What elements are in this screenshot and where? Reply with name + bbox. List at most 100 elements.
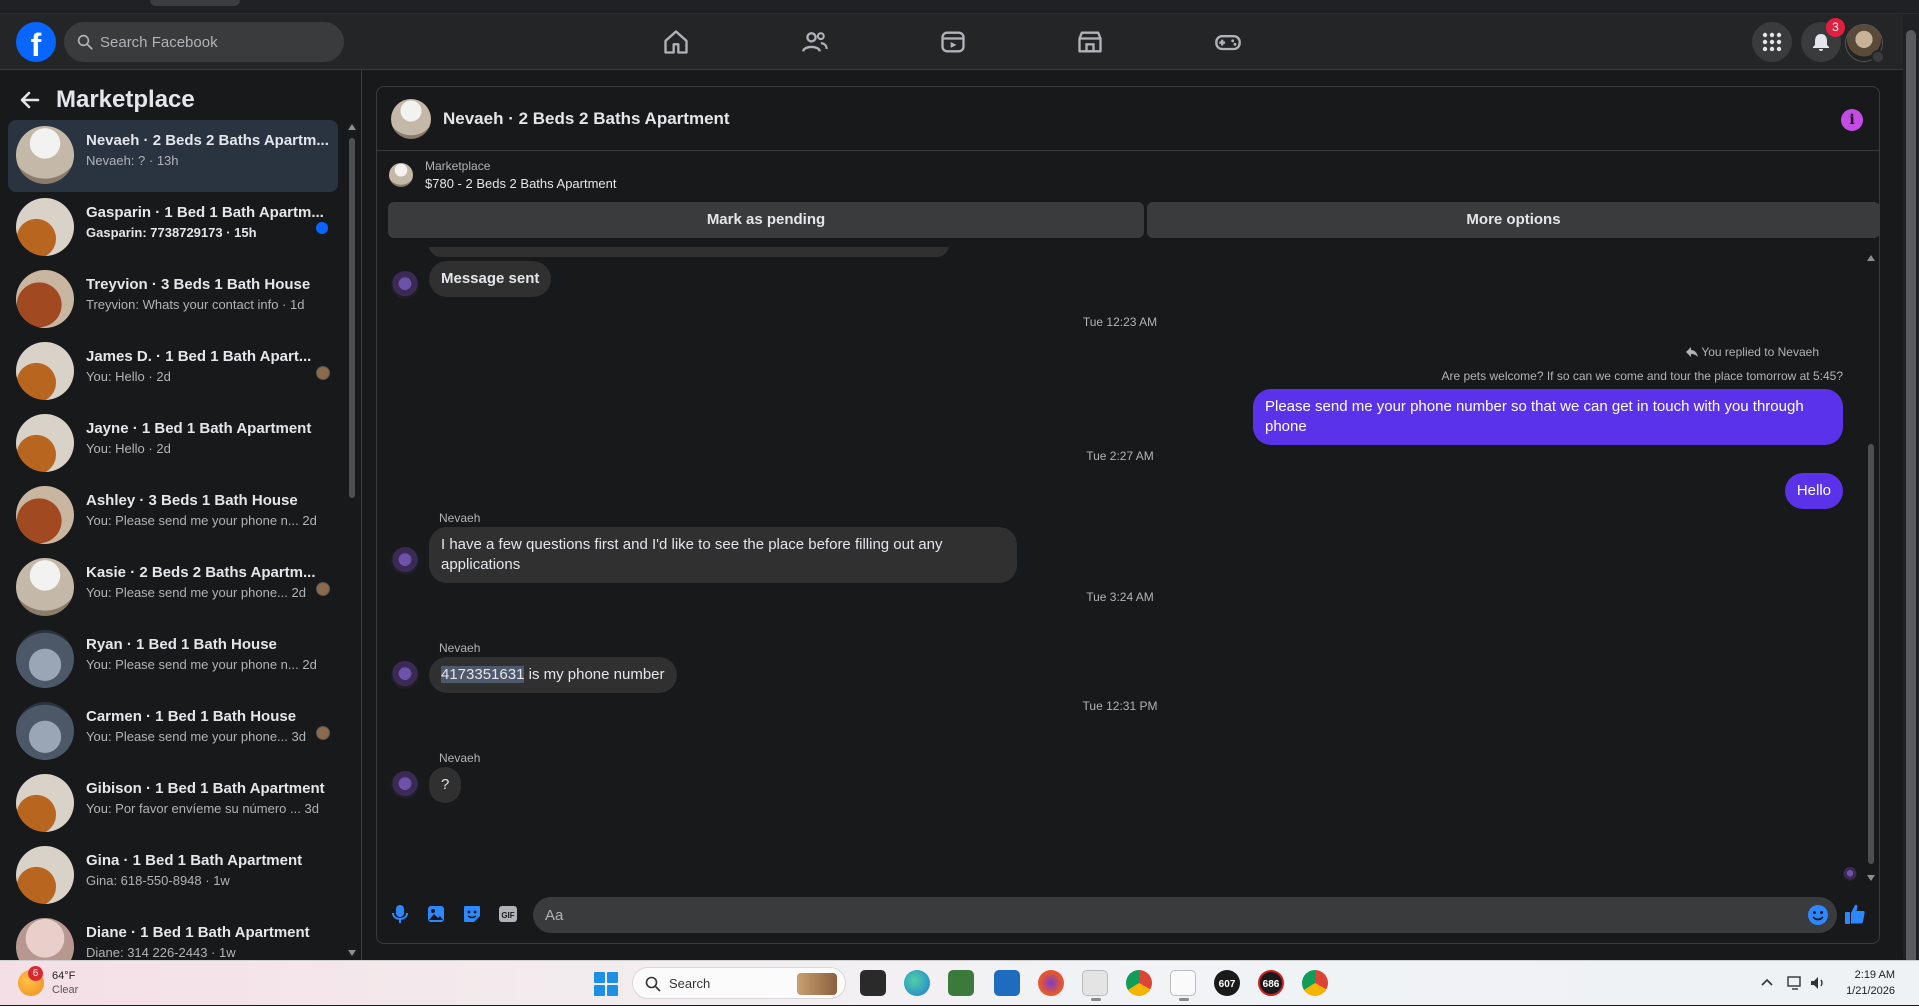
message-bubble: I have a few questions first and I'd lik…	[429, 527, 1017, 583]
message-scrollbar-thumb[interactable]	[1868, 444, 1874, 864]
conversation-preview: Diane: 314 226-2443 · 1w	[86, 945, 236, 960]
conversation-item[interactable]: Gasparin · 1 Bed 1 Bath Apartm... Gaspari…	[8, 192, 338, 264]
listing-info[interactable]: Marketplace $780 - 2 Beds 2 Baths Apartm…	[389, 159, 617, 191]
conversation-item[interactable]: Treyvion · 3 Beds 1 Bath House Treyvion: …	[8, 264, 338, 336]
sender-avatar[interactable]	[391, 661, 419, 689]
taskbar-search[interactable]: Search	[632, 967, 846, 999]
home-icon[interactable]	[662, 28, 690, 56]
chrome-icon[interactable]	[1126, 970, 1152, 996]
scroll-up-arrow-icon[interactable]	[348, 124, 356, 130]
scroll-down-arrow-icon[interactable]	[1867, 875, 1875, 881]
sender-avatar[interactable]	[391, 547, 419, 575]
quoted-message[interactable]: Are pets welcome? If so can we come and …	[1441, 369, 1843, 383]
system-clock[interactable]: 2:19 AM 1/21/2026	[1846, 967, 1895, 999]
chat-title[interactable]: Nevaeh · 2 Beds 2 Baths Apartment	[443, 109, 730, 129]
conversation-item[interactable]: Carmen · 1 Bed 1 Bath House You: Please s…	[8, 696, 338, 768]
notifications-button[interactable]: 3	[1801, 18, 1845, 62]
chevron-down-icon[interactable]	[1871, 50, 1885, 64]
message-input-box[interactable]	[533, 897, 1837, 933]
message-text: is my phone number	[524, 666, 665, 683]
browser-tab-strip	[0, 0, 1919, 14]
conversation-title: Diane · 1 Bed 1 Bath Apartment	[86, 924, 310, 941]
file-explorer-icon[interactable]	[948, 970, 974, 996]
message-input[interactable]	[545, 897, 1785, 933]
phone-number-highlight[interactable]: 4173351631	[441, 666, 525, 683]
conversation-title: Kasie · 2 Beds 2 Baths Apartm...	[86, 564, 316, 581]
sender-name: Nevaeh	[439, 641, 481, 655]
listing-thumbnail	[16, 774, 74, 832]
search-facebook-box[interactable]	[64, 22, 344, 62]
mark-as-pending-button[interactable]: Mark as pending	[388, 202, 1144, 238]
app-badge-icon[interactable]: 607	[1214, 970, 1240, 996]
friends-icon[interactable]	[801, 28, 829, 56]
search-highlight-image	[797, 973, 837, 995]
conversation-item[interactable]: Ryan · 1 Bed 1 Bath House You: Please sen…	[8, 624, 338, 696]
conversation-title: Gina · 1 Bed 1 Bath Apartment	[86, 852, 303, 869]
scroll-down-arrow-icon[interactable]	[348, 950, 356, 956]
chevron-up-icon[interactable]	[1759, 975, 1775, 991]
conversation-item[interactable]: Gibison · 1 Bed 1 Bath Apartment You: Por…	[8, 768, 338, 840]
conversation-item[interactable]: Ashley · 3 Beds 1 Bath House You: Please …	[8, 480, 338, 552]
profile-avatar[interactable]	[1845, 24, 1885, 64]
seen-receipt-avatar	[316, 726, 330, 740]
conversation-item[interactable]: Nevaeh · 2 Beds 2 Baths Apartm... Nevaeh:…	[8, 120, 338, 192]
back-arrow-icon[interactable]	[18, 88, 42, 112]
listing-thumbnail	[389, 163, 413, 187]
start-button[interactable]	[594, 972, 618, 996]
photo-icon[interactable]	[425, 903, 447, 925]
conversation-item[interactable]: Gina · 1 Bed 1 Bath Apartment Gina: 618-5…	[8, 840, 338, 912]
browser-tab[interactable]	[150, 0, 240, 6]
sidebar-scrollbar[interactable]	[346, 120, 358, 960]
conversation-list: Nevaeh · 2 Beds 2 Baths Apartm... Nevaeh:…	[8, 120, 338, 960]
info-icon[interactable]: i	[1841, 109, 1863, 131]
sender-avatar[interactable]	[391, 271, 419, 299]
seen-receipt-avatar	[316, 366, 330, 380]
chat-panel: Nevaeh · 2 Beds 2 Baths Apartment i Mark…	[376, 86, 1880, 944]
menu-grid-button[interactable]	[1752, 22, 1792, 62]
sidebar-scrollbar-thumb[interactable]	[349, 138, 355, 498]
emoji-icon[interactable]	[1807, 904, 1829, 926]
facebook-logo[interactable]: f	[16, 22, 56, 62]
chat-avatar[interactable]	[391, 98, 431, 139]
volume-icon[interactable]	[1809, 975, 1827, 991]
page-scrollbar-thumb[interactable]	[1906, 30, 1916, 970]
conversation-item[interactable]: Jayne · 1 Bed 1 Bath Apartment You: Hello…	[8, 408, 338, 480]
conversation-item[interactable]: James D. · 1 Bed 1 Bath Apart... You: Hel…	[8, 336, 338, 408]
firefox-icon[interactable]	[1038, 970, 1064, 996]
app-icon[interactable]	[994, 970, 1020, 996]
message-bubble: 4173351631 is my phone number	[429, 657, 677, 693]
conversation-item[interactable]: Diane · 1 Bed 1 Bath Apartment Diane: 314…	[8, 912, 338, 960]
app-badge-icon[interactable]: 686	[1258, 970, 1284, 996]
listing-thumbnail	[16, 558, 74, 616]
thumbs-up-icon[interactable]	[1843, 902, 1867, 926]
video-icon[interactable]	[939, 28, 967, 56]
conversation-item[interactable]: Kasie · 2 Beds 2 Baths Apartm... You: Ple…	[8, 552, 338, 624]
conversation-preview: You: Please send me your phone... 3d	[86, 729, 306, 744]
sticker-icon[interactable]	[461, 903, 483, 925]
message-thread: Message sent Tue 12:23 AM You replied to…	[377, 247, 1863, 883]
page-scrollbar[interactable]	[1903, 14, 1919, 970]
chat-header: Nevaeh · 2 Beds 2 Baths Apartment i	[377, 87, 1879, 151]
gaming-icon[interactable]	[1214, 28, 1242, 56]
listing-thumbnail	[16, 918, 74, 960]
edge-browser-icon[interactable]	[904, 970, 930, 996]
notepad-icon[interactable]	[1170, 970, 1196, 1001]
scroll-up-arrow-icon[interactable]	[1867, 255, 1875, 261]
listing-thumbnail	[16, 630, 74, 688]
conversation-preview: You: Please send me your phone n... 2d	[86, 657, 317, 672]
task-view-icon[interactable]	[860, 970, 886, 996]
sender-avatar[interactable]	[391, 771, 419, 799]
search-input[interactable]	[100, 22, 330, 62]
network-icon[interactable]	[1787, 975, 1805, 991]
message-scrollbar[interactable]	[1865, 249, 1877, 885]
chrome-profile-icon[interactable]	[1302, 970, 1328, 996]
conversation-title: Gasparin · 1 Bed 1 Bath Apartm...	[86, 204, 324, 221]
marketplace-icon[interactable]	[1076, 28, 1104, 56]
microphone-icon[interactable]	[389, 903, 411, 925]
listing-thumbnail	[16, 414, 74, 472]
more-options-button[interactable]: More options	[1147, 202, 1879, 238]
snipping-tool-icon[interactable]	[1082, 970, 1108, 1001]
weather-widget[interactable]: 6 64°F Clear	[18, 966, 78, 997]
gif-icon[interactable]: GIF	[497, 903, 519, 925]
conversation-preview: Treyvion: Whats your contact info · 1d	[86, 297, 305, 312]
